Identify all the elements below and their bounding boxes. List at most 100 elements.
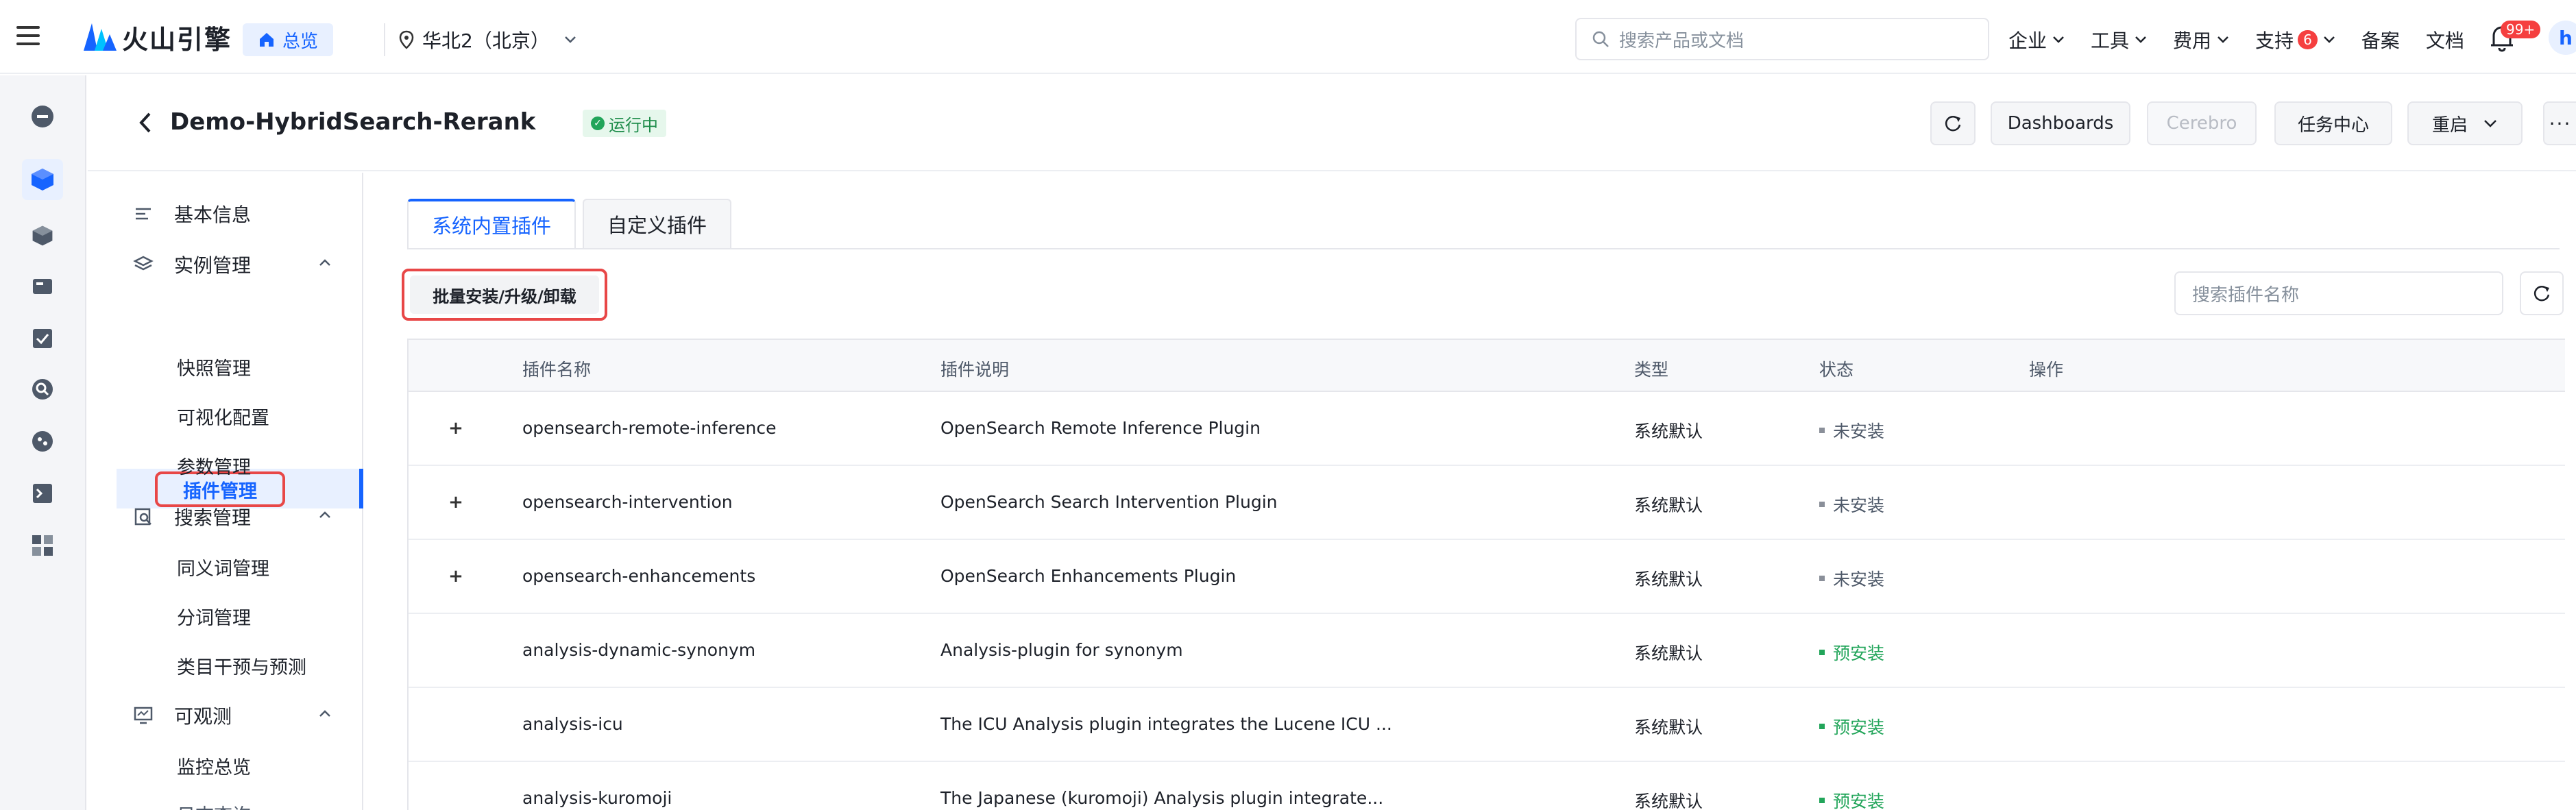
nav-billing[interactable]: 费用 [2173,26,2229,53]
batch-install-button[interactable]: 批量安装/升级/卸载 [410,275,599,314]
plugin-desc: The Japanese (kuromoji) Analysis plugin … [940,788,1384,808]
refresh-button[interactable] [1930,101,1976,145]
product-rail [0,75,86,810]
plugin-tabs: 系统内置插件 自定义插件 [407,199,738,249]
logo-text: 火山引擎 [122,24,232,55]
sidebar-group-search[interactable]: 搜索管理 [133,503,251,530]
tabs-divider [407,248,2560,249]
nav-filing-label: 备案 [2361,29,2400,52]
home-button[interactable]: 总览 [243,23,334,56]
chevron-up-icon[interactable] [318,258,332,267]
sidebar-group-instance[interactable]: 实例管理 [133,251,251,278]
expand-row-icon[interactable]: + [447,492,465,513]
nav-docs-label: 文档 [2425,29,2464,52]
home-label: 总览 [282,31,319,52]
plugin-search-input[interactable]: 搜索插件名称 [2174,271,2503,315]
table-header: 插件名称 插件说明 类型 状态 操作 [409,339,2565,392]
chevron-down-icon [2323,36,2335,43]
plugin-type: 系统默认 [1634,717,1703,737]
menu-icon[interactable] [16,26,40,45]
sidebar-item-partial[interactable]: 日志查询 [177,800,251,810]
list-icon [136,208,151,220]
table-row: + opensearch-remote-inference OpenSearch R… [409,392,2565,466]
storage-icon[interactable] [27,271,58,302]
sidebar-item-params[interactable]: 参数管理 [177,452,251,479]
nav-docs[interactable]: 文档 [2426,26,2464,53]
plugin-status: 未安装 [1819,566,1884,591]
status-dot-icon [1819,724,1825,729]
plugin-status-label: 未安装 [1833,569,1885,589]
col-action: 操作 [2029,360,2064,380]
sidebar-item-snapshot[interactable]: 快照管理 [177,354,251,380]
col-status: 状态 [1819,360,1854,380]
avatar[interactable]: h [2549,21,2576,55]
sidebar-item-category[interactable]: 类目干预与预测 [177,652,306,679]
global-search-input[interactable]: 搜索产品或文档 [1575,18,1989,60]
table-refresh-button[interactable] [2520,271,2564,315]
expand-row-icon[interactable]: + [447,418,465,439]
cerebro-button[interactable]: Cerebro [2147,101,2257,145]
tab-builtin-plugins[interactable]: 系统内置插件 [407,199,576,249]
region-label: 华北2（北京） [422,29,550,52]
chevron-up-icon[interactable] [318,510,332,519]
plugin-type: 系统默认 [1634,569,1703,589]
plugin-name: analysis-dynamic-synonym [522,640,756,660]
plugin-desc: The ICU Analysis plugin integrates the L… [940,714,1392,734]
status-dot-icon [1819,576,1825,581]
dashboards-button[interactable]: Dashboards [1991,101,2130,145]
nav-tools[interactable]: 工具 [2091,26,2147,53]
more-button[interactable]: ··· [2543,101,2576,145]
nav-filing[interactable]: 备案 [2361,26,2400,53]
sidebar-item-tokenizer[interactable]: 分词管理 [177,603,251,630]
layers-icon [133,256,154,271]
brain-icon[interactable] [27,426,58,456]
refresh-icon [2534,286,2550,302]
chat-icon[interactable] [27,101,58,132]
plugin-name: opensearch-enhancements [522,566,756,586]
cube-icon[interactable] [27,221,58,251]
tab-custom-plugins[interactable]: 自定义插件 [583,199,732,249]
expand-row-icon[interactable]: + [447,566,465,587]
apps-grid-icon[interactable] [27,530,58,561]
home-icon [260,33,274,47]
sidebar-item-visual-config[interactable]: 可视化配置 [177,403,269,430]
table-row: + opensearch-enhancements OpenSearch Enhan… [409,540,2565,614]
search-service-icon[interactable] [27,374,58,404]
restart-label: 重启 [2431,114,2468,136]
restart-button[interactable]: 重启 [2407,101,2523,145]
cube-active-icon[interactable] [22,159,63,200]
nav-support[interactable]: 支持 6 [2255,26,2335,53]
col-name: 插件名称 [522,360,592,380]
plugin-name: opensearch-intervention [522,492,733,512]
chevron-up-icon[interactable] [318,709,332,718]
checklist-icon[interactable] [27,323,58,354]
sidebar-item-monitor-overview[interactable]: 监控总览 [177,752,251,779]
plugin-status-label: 预安装 [1833,717,1885,737]
global-search-placeholder: 搜索产品或文档 [1619,30,1745,51]
status-label: 运行中 [609,115,658,135]
status-badge: ✓ 运行中 [583,110,666,137]
sidebar-group-search-label: 搜索管理 [174,506,252,529]
more-icon: ··· [2549,112,2572,135]
table-row: + opensearch-intervention OpenSearch Searc… [409,466,2565,540]
back-arrow-icon[interactable] [138,111,154,134]
refresh-icon [1945,116,1961,132]
support-badge: 6 [2298,30,2318,49]
plugin-status-label: 未安装 [1833,495,1885,515]
region-selector[interactable]: 华北2（北京） [384,23,577,56]
top-nav: 企业 工具 费用 支持 6 备案 文档 [2008,23,2490,56]
volcano-logo-icon [84,23,117,51]
sidebar-item-synonym[interactable]: 同义词管理 [177,554,269,580]
terminal-icon[interactable] [27,478,58,508]
logo[interactable]: 火山引擎 [82,19,232,55]
plugin-name: analysis-icu [522,714,623,734]
nav-enterprise-label: 企业 [2008,29,2048,52]
sidebar-group-observability[interactable]: 可观测 [133,702,232,729]
chevron-down-icon [2484,120,2496,127]
sidebar-item-basic-info[interactable]: 基本信息 [133,200,251,228]
plugin-status-label: 预安装 [1833,791,1885,810]
status-dot-icon [1819,798,1825,803]
task-center-button[interactable]: 任务中心 [2274,101,2392,145]
plugin-name: analysis-kuromoji [522,788,672,808]
nav-enterprise[interactable]: 企业 [2008,26,2065,53]
